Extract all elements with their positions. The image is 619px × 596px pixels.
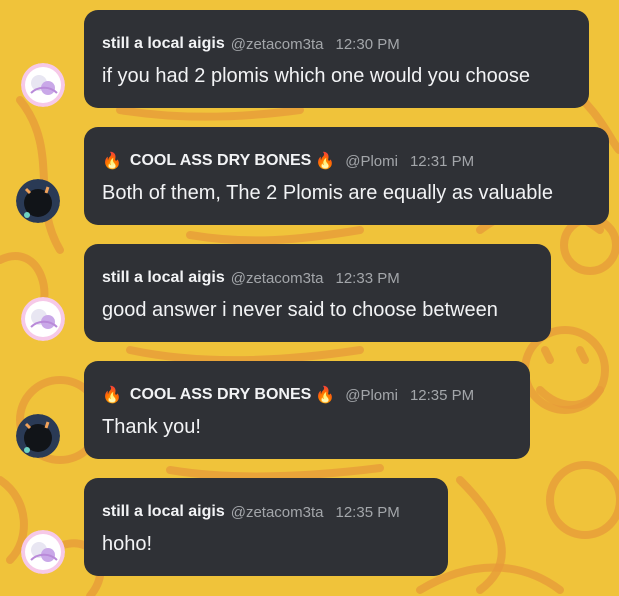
message-bubble: still a local aigis @zetacom3ta 12:33 PM… — [84, 244, 551, 342]
message-bubble: still a local aigis @zetacom3ta 12:35 PM… — [84, 478, 448, 576]
timestamp: 12:31 PM — [409, 152, 475, 170]
timestamp: 12:30 PM — [335, 35, 400, 53]
message-text: good answer i never said to choose betwe… — [102, 299, 498, 321]
fire-emoji-icon: 🔥 — [102, 387, 122, 404]
timestamp: 12:35 PM — [409, 386, 475, 404]
aigis-avatar[interactable] — [21, 297, 65, 341]
username[interactable]: COOL ASS DRY BONES — [130, 152, 311, 170]
message-header: 🔥 COOL ASS DRY BONES 🔥 @Plomi 12:31 PM — [102, 151, 474, 171]
message-text: if you had 2 plomis which one would you … — [102, 65, 531, 87]
message-bubble: 🔥 COOL ASS DRY BONES 🔥 @Plomi 12:35 PM T… — [84, 361, 530, 459]
timestamp: 12:35 PM — [335, 503, 400, 521]
user-handle: @zetacom3ta — [230, 269, 324, 287]
drybones-avatar[interactable] — [16, 414, 60, 458]
fire-emoji-icon: 🔥 — [315, 387, 336, 404]
username[interactable]: still a local aigis — [102, 269, 225, 287]
message-header: still a local aigis @zetacom3ta 12:33 PM — [102, 268, 400, 288]
aigis-avatar[interactable] — [21, 63, 65, 107]
message-text: Both of them, The 2 Plomis are equally a… — [102, 182, 553, 204]
user-handle: @zetacom3ta — [230, 35, 324, 53]
message-text: Thank you! — [102, 416, 201, 438]
message-header: still a local aigis @zetacom3ta 12:35 PM — [102, 502, 400, 522]
message-bubble: still a local aigis @zetacom3ta 12:30 PM… — [84, 10, 589, 108]
message-header: 🔥 COOL ASS DRY BONES 🔥 @Plomi 12:35 PM — [102, 385, 474, 405]
drybones-avatar[interactable] — [16, 179, 60, 223]
username[interactable]: still a local aigis — [102, 35, 225, 53]
aigis-avatar[interactable] — [21, 530, 65, 574]
user-handle: @Plomi — [345, 386, 398, 404]
fire-emoji-icon: 🔥 — [315, 153, 336, 170]
username[interactable]: COOL ASS DRY BONES — [130, 386, 311, 404]
username[interactable]: still a local aigis — [102, 503, 225, 521]
message-bubble: 🔥 COOL ASS DRY BONES 🔥 @Plomi 12:31 PM B… — [84, 127, 609, 225]
message-header: still a local aigis @zetacom3ta 12:30 PM — [102, 34, 400, 54]
user-handle: @zetacom3ta — [230, 503, 324, 521]
timestamp: 12:33 PM — [335, 269, 400, 287]
message-text: hoho! — [102, 533, 153, 555]
user-handle: @Plomi — [345, 152, 398, 170]
fire-emoji-icon: 🔥 — [102, 153, 122, 170]
